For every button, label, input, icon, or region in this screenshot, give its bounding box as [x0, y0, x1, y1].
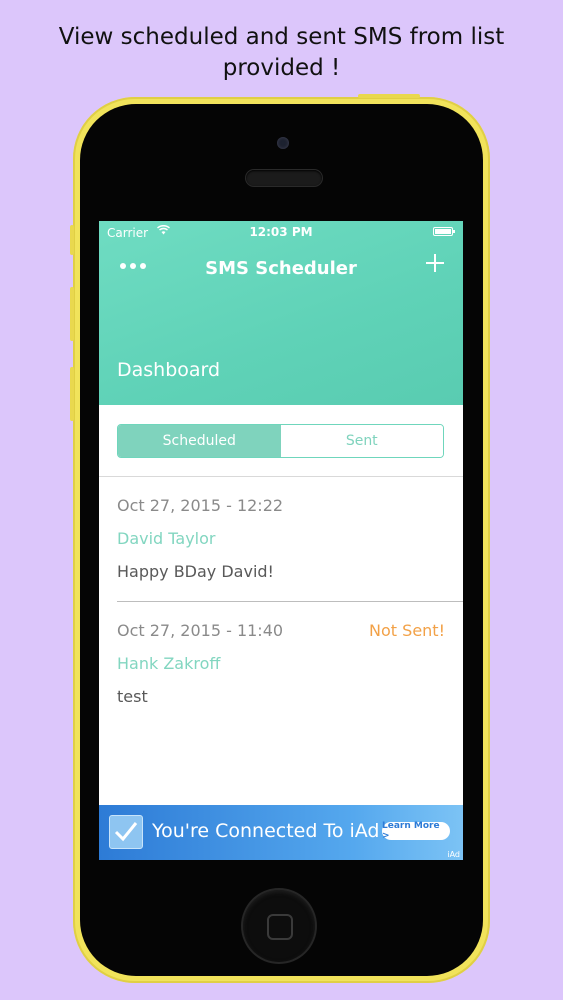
battery-icon	[433, 227, 455, 236]
list-item[interactable]: Oct 27, 2015 - 11:40 Not Sent! Hank Zakr…	[117, 621, 445, 706]
item-contact-name: David Taylor	[117, 529, 216, 548]
status-time: 12:03 PM	[249, 225, 313, 239]
app-screen: Carrier 12:03 PM SMS Scheduler Dashboard…	[99, 221, 463, 860]
status-bar: Carrier 12:03 PM	[99, 221, 463, 243]
caption-line-1: View scheduled and sent SMS from list	[58, 24, 505, 50]
item-contact-name: Hank Zakroff	[117, 654, 221, 673]
power-button	[358, 94, 420, 98]
ad-text: You're Connected To iAd	[152, 820, 380, 842]
plus-icon[interactable]	[425, 249, 445, 279]
mute-switch	[70, 225, 74, 255]
divider	[117, 601, 463, 602]
item-status: Not Sent!	[369, 621, 445, 640]
promo-caption: View scheduled and sent SMS from list pr…	[0, 22, 563, 84]
home-button-square	[267, 914, 293, 940]
tab-sent[interactable]: Sent	[280, 425, 443, 457]
iad-label: iAd	[447, 850, 460, 859]
section-title: Dashboard	[117, 359, 221, 381]
segmented-control: Scheduled Sent	[117, 424, 444, 458]
item-message: test	[117, 687, 148, 706]
app-title: SMS Scheduler	[205, 258, 357, 279]
volume-down-button	[70, 367, 74, 421]
list-item[interactable]: Oct 27, 2015 - 12:22 David Taylor Happy …	[117, 496, 445, 581]
divider	[99, 476, 463, 477]
item-message: Happy BDay David!	[117, 562, 274, 581]
app-header: Carrier 12:03 PM SMS Scheduler Dashboard	[99, 221, 463, 405]
caption-line-2: provided !	[222, 55, 341, 81]
learn-more-button[interactable]: Learn More >	[382, 821, 450, 841]
checkmark-icon	[109, 815, 143, 849]
item-date: Oct 27, 2015 - 11:40	[117, 621, 284, 640]
earpiece-speaker	[246, 170, 322, 186]
front-camera	[277, 137, 289, 149]
iad-banner[interactable]: You're Connected To iAd Learn More > iAd	[99, 805, 463, 860]
item-date: Oct 27, 2015 - 12:22	[117, 496, 284, 515]
volume-up-button	[70, 287, 74, 341]
home-button[interactable]	[243, 890, 315, 962]
tab-scheduled[interactable]: Scheduled	[118, 425, 281, 457]
